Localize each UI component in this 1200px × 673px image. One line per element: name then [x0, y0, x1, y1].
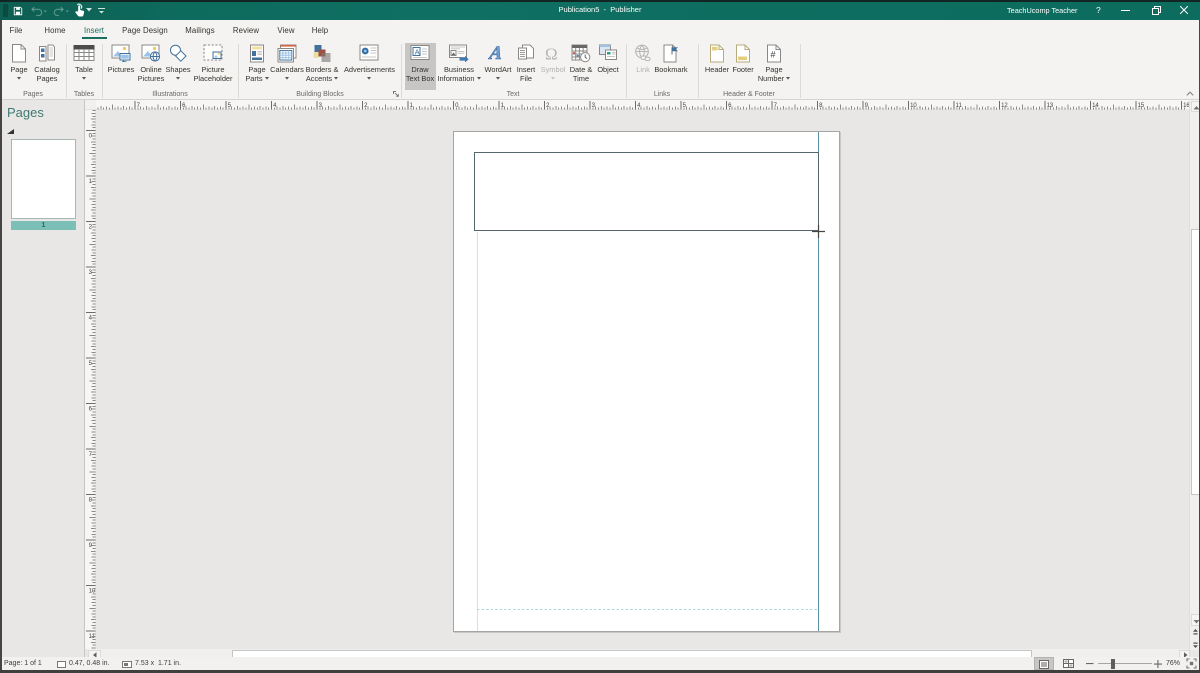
svg-text:A: A	[488, 44, 504, 61]
svg-text:A: A	[415, 47, 420, 56]
svg-text:#: #	[771, 50, 776, 60]
svg-text:Ω: Ω	[545, 45, 558, 63]
